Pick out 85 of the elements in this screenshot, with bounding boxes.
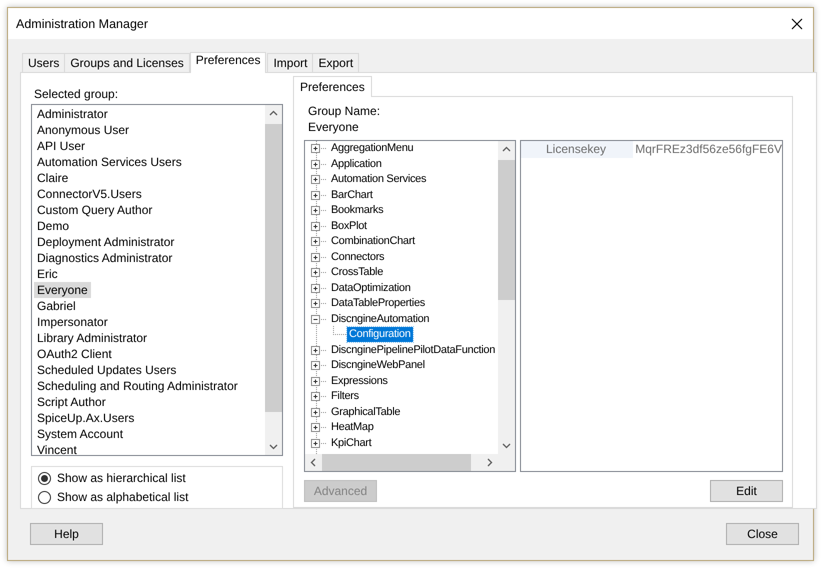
tab[interactable]: Preferences bbox=[190, 52, 266, 73]
expand-icon[interactable] bbox=[311, 143, 328, 154]
tab[interactable]: Users bbox=[22, 53, 66, 73]
tree-item[interactable]: GraphicalTable bbox=[329, 404, 402, 420]
list-item[interactable]: Anonymous User bbox=[34, 122, 132, 138]
list-item[interactable]: Demo bbox=[34, 218, 72, 234]
list-item[interactable]: Scheduled Updates Users bbox=[34, 362, 180, 378]
tree-item[interactable]: DataOptimization bbox=[329, 280, 413, 296]
tree-item[interactable]: Bookmarks bbox=[329, 203, 386, 218]
tree-item[interactable]: Application bbox=[329, 156, 384, 172]
radio-button[interactable] bbox=[38, 472, 51, 484]
tree-item[interactable]: DiscnginePipelinePilotDataFunction bbox=[329, 342, 498, 358]
list-item[interactable]: Automation Services Users bbox=[34, 154, 185, 170]
tree-item[interactable]: AggregationMenu bbox=[329, 141, 416, 156]
tree-item[interactable]: DiscngineWebPanel bbox=[329, 358, 427, 374]
list-item[interactable]: Diagnostics Administrator bbox=[34, 250, 176, 266]
list-item[interactable]: ConnectorV5.Users bbox=[34, 186, 145, 202]
expand-icon[interactable] bbox=[311, 422, 328, 434]
close-button[interactable]: Close bbox=[726, 523, 799, 545]
radio-label[interactable]: Show as alphabetical list bbox=[57, 490, 188, 504]
list-item[interactable]: Scheduling and Routing Administrator bbox=[34, 378, 241, 394]
help-button[interactable]: Help bbox=[30, 523, 103, 545]
list-item[interactable]: Deployment Administrator bbox=[34, 234, 178, 250]
tree-item[interactable]: DiscngineAutomation bbox=[329, 312, 432, 327]
list-item[interactable]: OAuth2 Client bbox=[34, 346, 115, 362]
list-item[interactable]: Custom Query Author bbox=[34, 202, 156, 218]
expand-icon[interactable] bbox=[311, 190, 328, 201]
expand-icon[interactable] bbox=[311, 360, 328, 372]
tree-item[interactable]: Expressions bbox=[329, 374, 390, 389]
expand-icon[interactable] bbox=[311, 252, 328, 263]
list-item[interactable]: API User bbox=[34, 138, 88, 154]
radio-button[interactable] bbox=[38, 490, 51, 504]
radio-label[interactable]: Show as hierarchical list bbox=[57, 471, 186, 485]
property-name[interactable]: Licensekey bbox=[521, 140, 634, 158]
list-item[interactable]: Administrator bbox=[34, 106, 111, 122]
list-item[interactable]: Script Author bbox=[34, 394, 109, 410]
list-item[interactable]: Gabriel bbox=[34, 298, 79, 314]
window-title: Administration Manager bbox=[16, 16, 148, 30]
tab[interactable]: Import bbox=[267, 53, 314, 73]
expand-icon[interactable] bbox=[311, 220, 328, 232]
expand-icon[interactable] bbox=[311, 406, 328, 418]
collapse-icon[interactable] bbox=[311, 314, 328, 325]
tree-item[interactable]: KpiChart bbox=[329, 436, 374, 451]
tree-item[interactable]: BarChart bbox=[329, 188, 375, 203]
expand-icon[interactable] bbox=[311, 174, 328, 186]
horizontal-scrollbar[interactable] bbox=[305, 454, 515, 471]
tree-item[interactable]: HeatMap bbox=[329, 420, 376, 436]
list-item[interactable]: Impersonator bbox=[34, 314, 111, 330]
expand-icon[interactable] bbox=[311, 158, 328, 170]
expand-icon[interactable] bbox=[311, 391, 328, 402]
expand-icon[interactable] bbox=[311, 282, 328, 294]
tree-item[interactable]: CombinationChart bbox=[329, 234, 417, 250]
list-item[interactable]: Library Administrator bbox=[34, 330, 150, 346]
close-icon[interactable] bbox=[791, 18, 803, 30]
tree-item[interactable]: DataTableProperties bbox=[329, 296, 427, 312]
list-item[interactable]: Vincent bbox=[34, 442, 80, 455]
list-item[interactable]: Claire bbox=[34, 170, 72, 186]
scrollbar[interactable] bbox=[265, 105, 282, 455]
tree-item[interactable]: Configuration bbox=[347, 327, 413, 342]
scrollbar[interactable] bbox=[498, 140, 515, 454]
list-label: Selected group: bbox=[34, 87, 120, 101]
group-name-value: Everyone bbox=[308, 118, 360, 135]
tab[interactable]: Groups and Licenses bbox=[64, 53, 190, 73]
list-item[interactable]: System Account bbox=[34, 426, 126, 442]
tree-item[interactable]: Automation Services bbox=[329, 172, 428, 188]
expand-icon[interactable] bbox=[311, 236, 328, 248]
expand-icon[interactable] bbox=[311, 298, 328, 310]
tab[interactable]: Export bbox=[312, 53, 360, 73]
tab[interactable]: Preferences bbox=[293, 76, 372, 97]
tree-item[interactable]: Filters bbox=[329, 389, 361, 404]
tree-item[interactable]: CrossTable bbox=[329, 265, 386, 280]
property-value[interactable]: MqrFREz3df56ze56fgFE6V bbox=[633, 140, 782, 158]
expand-icon[interactable] bbox=[311, 205, 328, 216]
tree-item[interactable]: BoxPlot bbox=[329, 218, 369, 234]
group-name-label: Group Name: bbox=[308, 102, 382, 119]
list-item[interactable]: Eric bbox=[34, 266, 61, 282]
edit-button[interactable]: Edit bbox=[710, 480, 783, 502]
tree-connector-icon bbox=[333, 326, 346, 336]
expand-icon[interactable] bbox=[311, 438, 328, 449]
expand-icon[interactable] bbox=[311, 344, 328, 356]
list-item[interactable]: Everyone bbox=[34, 282, 91, 298]
expand-icon[interactable] bbox=[311, 376, 328, 387]
tree-item[interactable]: Connectors bbox=[329, 250, 386, 265]
list-item[interactable]: SpiceUp.Ax.Users bbox=[34, 410, 138, 426]
expand-icon[interactable] bbox=[311, 267, 328, 278]
